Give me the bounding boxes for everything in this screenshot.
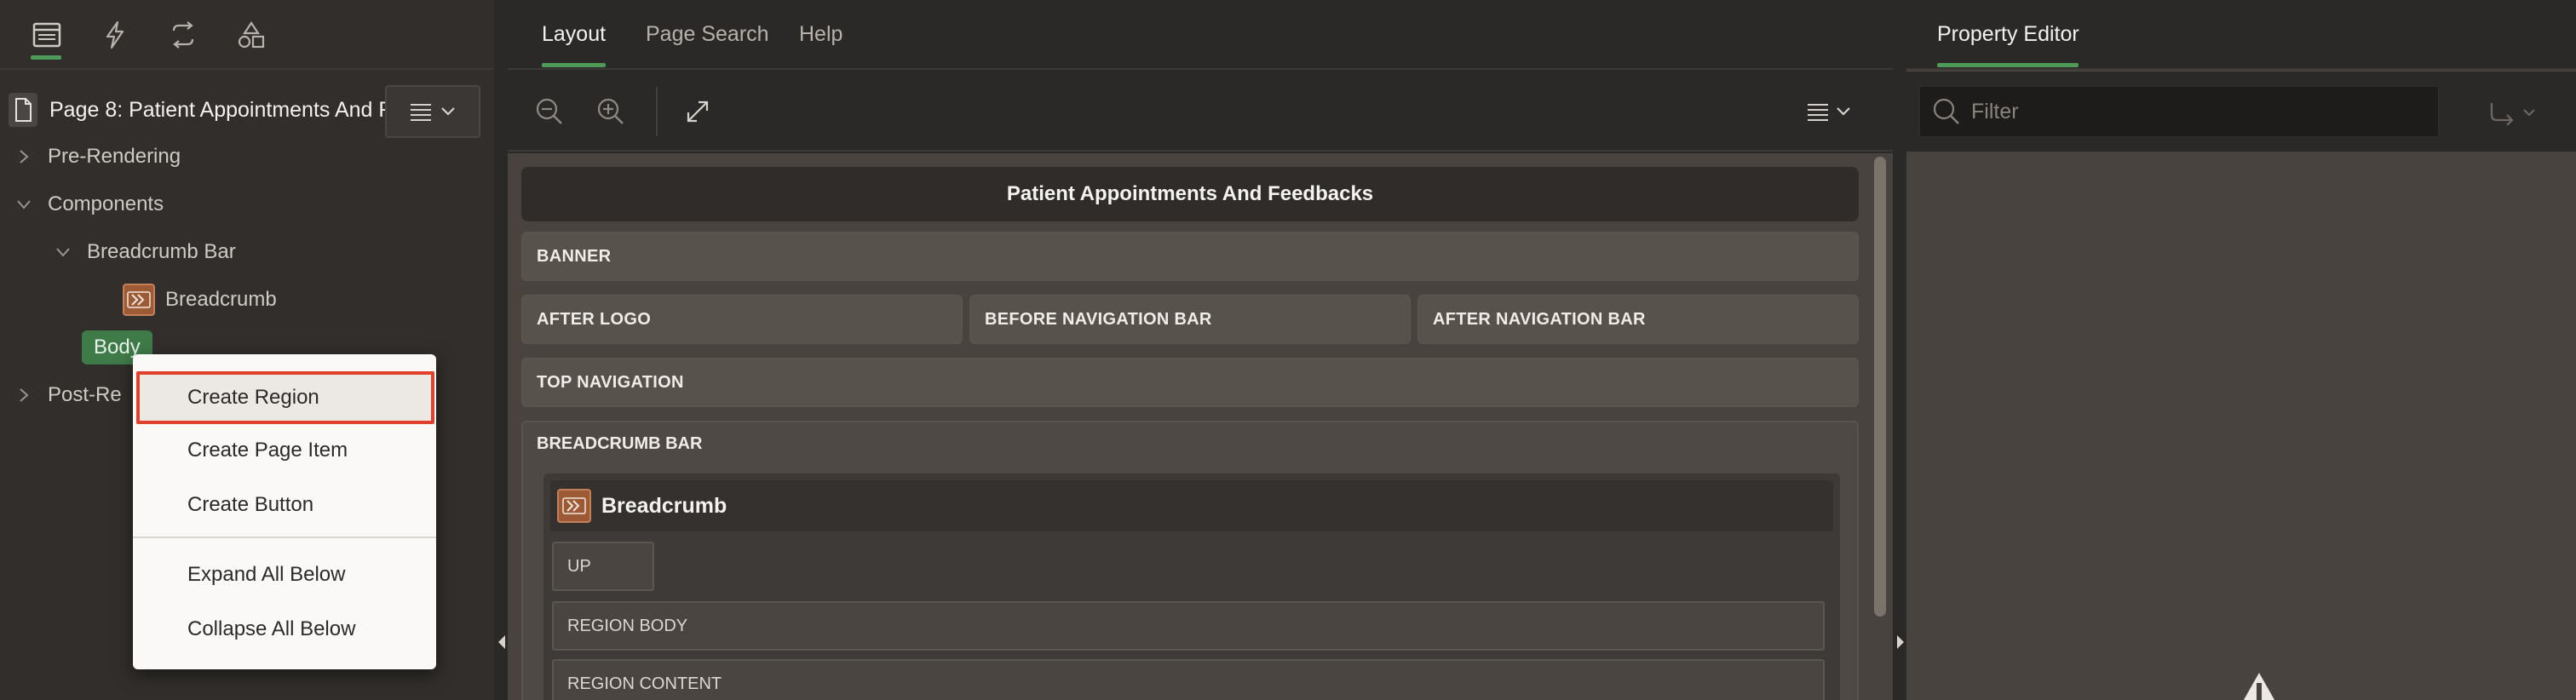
- rendering-tree-icon: [32, 22, 61, 48]
- zoom-in-button[interactable]: [591, 92, 630, 131]
- menu-item-create-button[interactable]: Create Button: [133, 479, 436, 531]
- layout-toolbar: [508, 72, 1893, 152]
- active-tab-indicator: [1937, 63, 2079, 67]
- tree-root-page[interactable]: Page 8: Patient Appointments And F: [9, 89, 392, 131]
- layout-page-title: Patient Appointments And Feedbacks: [521, 167, 1859, 221]
- rendering-tree-tab[interactable]: [27, 15, 66, 60]
- tree-node-label: Post-Re: [48, 383, 122, 406]
- collapse-left-icon[interactable]: [497, 634, 507, 651]
- slot-up[interactable]: UP: [552, 542, 654, 591]
- search-icon: [1933, 98, 1959, 124]
- active-tab-indicator: [31, 55, 61, 60]
- menu-lines-icon: [411, 104, 431, 121]
- processing-tab[interactable]: [164, 15, 203, 55]
- menu-lines-icon: [1808, 104, 1828, 121]
- warning-icon: [2243, 673, 2275, 700]
- filter-field[interactable]: [1918, 85, 2440, 138]
- chevron-right-icon[interactable]: [12, 383, 36, 407]
- menu-item-collapse-all-below[interactable]: Collapse All Below: [133, 603, 436, 656]
- canvas-scrollbar[interactable]: [1874, 157, 1886, 617]
- tab-help[interactable]: Help: [799, 22, 842, 47]
- tab-label: Property Editor: [1937, 22, 2079, 46]
- zoom-in-icon: [597, 98, 624, 124]
- breadcrumb-icon: [123, 284, 155, 316]
- shapes-icon: [238, 21, 265, 49]
- tab-label: Page Search: [646, 22, 769, 46]
- slot-banner[interactable]: BANNER: [521, 232, 1859, 281]
- breadcrumb-region-title: Breadcrumb: [601, 493, 727, 518]
- page-icon: [9, 93, 37, 127]
- dynamic-actions-tab[interactable]: [95, 15, 135, 55]
- processing-icon: [172, 21, 194, 49]
- tree-node-label: Components: [48, 192, 164, 215]
- tab-label: Layout: [542, 22, 607, 46]
- menu-item-create-region[interactable]: Create Region: [136, 371, 434, 424]
- slot-region-content[interactable]: REGION CONTENT: [552, 659, 1825, 700]
- zoom-out-icon: [536, 98, 562, 124]
- property-editor-toolbar: [1906, 72, 2576, 152]
- menu-separator: [133, 536, 436, 538]
- tree-node-breadcrumb[interactable]: Breadcrumb: [123, 278, 277, 321]
- tree-node-post-rendering[interactable]: Post-Re: [12, 374, 122, 416]
- tab-layout[interactable]: Layout: [542, 22, 607, 67]
- slot-top-navigation[interactable]: TOP NAVIGATION: [521, 358, 1859, 407]
- slot-after-logo[interactable]: AFTER LOGO: [521, 295, 963, 344]
- chevron-down-icon: [2523, 109, 2535, 117]
- tab-label: Help: [799, 22, 843, 46]
- lightning-icon: [106, 20, 124, 49]
- slot-before-navigation-bar[interactable]: BEFORE NAVIGATION BAR: [969, 295, 1411, 344]
- breadcrumb-icon: [557, 489, 591, 523]
- rendering-panel: Page 8: Patient Appointments And F Pre-R…: [0, 0, 494, 700]
- go-to-group-icon: [2490, 103, 2514, 125]
- context-menu: Create Region Create Page Item Create Bu…: [133, 354, 436, 669]
- expand-button[interactable]: [678, 92, 717, 131]
- tree-menu-button[interactable]: [385, 85, 480, 138]
- toolbar-separator: [656, 87, 658, 136]
- center-tabs: Layout Page Search Help: [508, 0, 1893, 70]
- expand-icon: [687, 100, 709, 123]
- chevron-right-icon[interactable]: [12, 145, 36, 169]
- layout-panel: Layout Page Search Help Patient Appointm…: [508, 0, 1893, 700]
- chevron-down-icon: [441, 107, 455, 116]
- go-to-group-button[interactable]: [2482, 94, 2542, 133]
- chevron-down-icon: [1837, 107, 1850, 116]
- tab-page-search[interactable]: Page Search: [646, 22, 769, 47]
- slot-breadcrumb-bar[interactable]: BREADCRUMB BAR Breadcrumb UP REGION BODY…: [521, 421, 1859, 700]
- active-tab-indicator: [542, 63, 607, 67]
- tree-node-pre-rendering[interactable]: Pre-Rendering: [12, 135, 181, 178]
- tree-node-breadcrumb-bar[interactable]: Breadcrumb Bar: [51, 231, 236, 273]
- collapse-right-icon[interactable]: [1895, 634, 1906, 651]
- tree-node-components[interactable]: Components: [12, 183, 164, 226]
- property-editor-panel: Property Editor: [1906, 0, 2576, 700]
- slot-after-navigation-bar[interactable]: AFTER NAVIGATION BAR: [1417, 295, 1859, 344]
- tree-node-label: Breadcrumb: [165, 288, 277, 311]
- chevron-down-icon[interactable]: [51, 240, 75, 264]
- right-tabs: Property Editor: [1906, 0, 2576, 70]
- menu-item-expand-all-below[interactable]: Expand All Below: [133, 548, 436, 601]
- tree-root-label: Page 8: Patient Appointments And F: [49, 97, 392, 122]
- filter-input[interactable]: [1971, 99, 2414, 124]
- chevron-down-icon[interactable]: [12, 192, 36, 216]
- zoom-out-button[interactable]: [530, 92, 569, 131]
- layout-menu-button[interactable]: [1799, 92, 1859, 131]
- menu-item-create-page-item[interactable]: Create Page Item: [133, 424, 436, 477]
- tree-node-label: Breadcrumb Bar: [87, 240, 236, 263]
- slot-region-body[interactable]: REGION BODY: [552, 601, 1825, 651]
- shared-components-tab[interactable]: [232, 15, 271, 55]
- tree-node-label: Pre-Rendering: [48, 145, 181, 168]
- slot-label: BREADCRUMB BAR: [537, 434, 703, 453]
- breadcrumb-region-header[interactable]: Breadcrumb: [550, 480, 1833, 531]
- layout-canvas[interactable]: Patient Appointments And Feedbacks BANNE…: [508, 153, 1893, 700]
- breadcrumb-region[interactable]: Breadcrumb UP REGION BODY REGION CONTENT: [543, 473, 1840, 700]
- left-panel-tabs: [0, 0, 494, 70]
- tab-property-editor[interactable]: Property Editor: [1937, 22, 2079, 67]
- app-window: Page 8: Patient Appointments And F Pre-R…: [0, 0, 2576, 700]
